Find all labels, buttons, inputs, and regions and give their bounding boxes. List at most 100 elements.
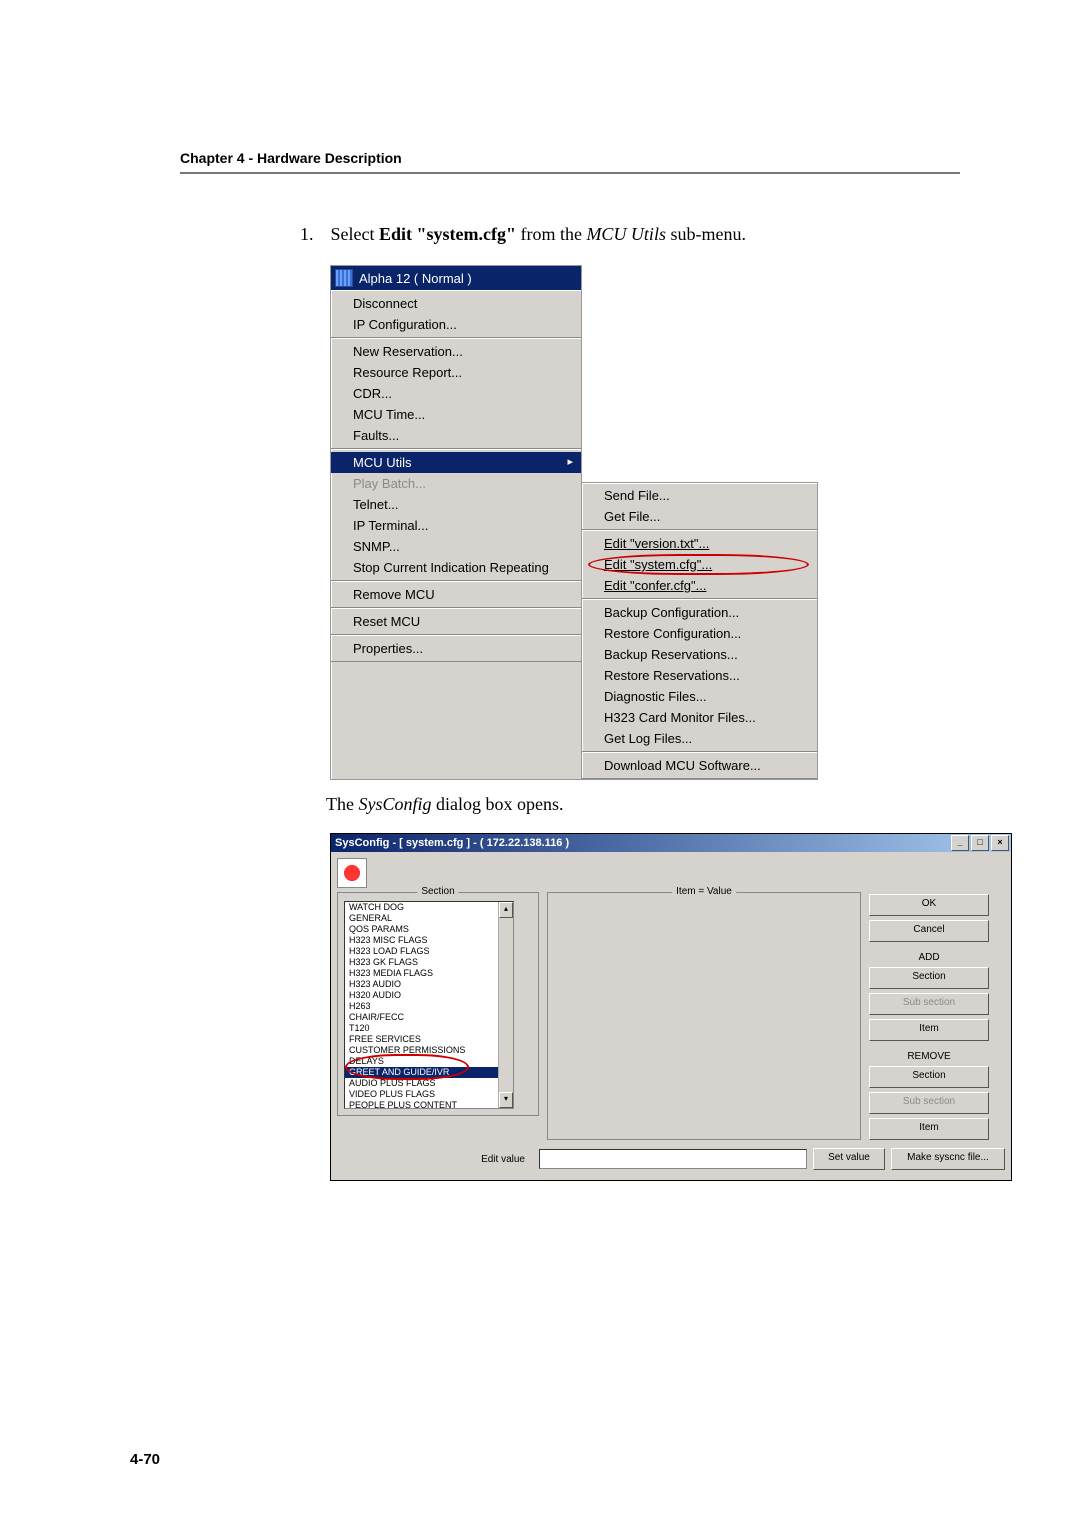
mi-edit-confer[interactable]: Edit "confer.cfg"... (582, 575, 817, 596)
step-text-italic: MCU Utils (586, 224, 666, 244)
remove-subsection-button: Sub section (869, 1092, 989, 1114)
list-item[interactable]: H323 MISC FLAGS (345, 935, 513, 946)
mcu-context-menu: Alpha 12 ( Normal ) Disconnect IP Config… (330, 265, 582, 780)
maximize-button[interactable]: □ (971, 835, 989, 851)
add-subsection-button: Sub section (869, 993, 989, 1015)
list-item[interactable]: WATCH DOG (345, 902, 513, 913)
mcu-utils-submenu: Send File... Get File... Edit "version.t… (581, 482, 818, 780)
mi-download-mcu-sw[interactable]: Download MCU Software... (582, 755, 817, 776)
add-section-button[interactable]: Section (869, 967, 989, 989)
sysconfig-opens-line: The SysConfig dialog box opens. (326, 794, 960, 815)
mi-faults[interactable]: Faults... (331, 425, 581, 446)
dialog-titlebar: SysConfig - [ system.cfg ] - ( 172.22.13… (331, 834, 1011, 852)
list-item[interactable]: T120 (345, 1023, 513, 1034)
dialog-button-column: OK Cancel ADD Section Sub section Item R… (869, 892, 989, 1140)
list-item[interactable]: CUSTOMER PERMISSIONS (345, 1045, 513, 1056)
mcu-title-text: Alpha 12 ( Normal ) (359, 271, 472, 286)
mi-backup-res[interactable]: Backup Reservations... (582, 644, 817, 665)
figure-context-menu: Alpha 12 ( Normal ) Disconnect IP Config… (330, 265, 960, 780)
close-button[interactable]: × (991, 835, 1009, 851)
mi-stop-indication[interactable]: Stop Current Indication Repeating (331, 557, 581, 578)
mi-edit-version[interactable]: Edit "version.txt"... (582, 533, 817, 554)
mi-play-batch: Play Batch... (331, 473, 581, 494)
remove-item-button[interactable]: Item (869, 1118, 989, 1140)
list-item[interactable]: H263 (345, 1001, 513, 1012)
list-item[interactable]: FREE SERVICES (345, 1034, 513, 1045)
c2-post: dialog box opens. (432, 794, 564, 814)
mi-cdr[interactable]: CDR... (331, 383, 581, 404)
step-text-bold: Edit "system.cfg" (379, 224, 516, 244)
step-text-suf: sub-menu. (666, 224, 746, 244)
page-number: 4-70 (130, 1451, 160, 1468)
list-item[interactable]: PEOPLE PLUS CONTENT (345, 1100, 513, 1109)
mi-reset-mcu[interactable]: Reset MCU (331, 611, 581, 632)
mi-h323-monitor[interactable]: H323 Card Monitor Files... (582, 707, 817, 728)
step-text-mid: from the (516, 224, 586, 244)
mi-telnet[interactable]: Telnet... (331, 494, 581, 515)
mi-remove-mcu[interactable]: Remove MCU (331, 584, 581, 605)
scroll-down-icon[interactable]: ▾ (499, 1092, 513, 1108)
chapter-header: Chapter 4 - Hardware Description (180, 150, 960, 174)
section-legend: Section (417, 886, 458, 897)
minimize-button[interactable]: _ (951, 835, 969, 851)
step-1: 1. Select Edit "system.cfg" from the MCU… (300, 224, 960, 245)
mi-edit-confer-text: Edit "confer.cfg"... (604, 578, 706, 593)
mi-send-file[interactable]: Send File... (582, 485, 817, 506)
list-item[interactable]: CHAIR/FECC (345, 1012, 513, 1023)
dialog-title: SysConfig - [ system.cfg ] - ( 172.22.13… (335, 837, 569, 849)
ok-button[interactable]: OK (869, 894, 989, 916)
item-value-legend: Item = Value (672, 886, 736, 897)
list-item[interactable]: DELAYS (345, 1056, 513, 1067)
mi-get-file[interactable]: Get File... (582, 506, 817, 527)
list-item[interactable]: H323 AUDIO (345, 979, 513, 990)
step-number: 1. (300, 224, 326, 245)
list-item[interactable]: H323 GK FLAGS (345, 957, 513, 968)
add-item-button[interactable]: Item (869, 1019, 989, 1041)
mi-resource-report[interactable]: Resource Report... (331, 362, 581, 383)
mi-ip-terminal[interactable]: IP Terminal... (331, 515, 581, 536)
mi-mcu-utils[interactable]: MCU Utils (331, 452, 581, 473)
mi-edit-version-text: Edit "version.txt"... (604, 536, 709, 551)
list-item[interactable]: VIDEO PLUS FLAGS (345, 1089, 513, 1100)
mi-disconnect[interactable]: Disconnect (331, 293, 581, 314)
remove-label: REMOVE (869, 1051, 989, 1062)
mi-snmp[interactable]: SNMP... (331, 536, 581, 557)
list-item[interactable]: H320 AUDIO (345, 990, 513, 1001)
item-value-fieldset: Item = Value (547, 892, 861, 1140)
c2-it: SysConfig (358, 794, 431, 814)
list-item[interactable]: AUDIO PLUS FLAGS (345, 1078, 513, 1089)
mi-get-log[interactable]: Get Log Files... (582, 728, 817, 749)
mi-edit-system-text: Edit "system.cfg"... (604, 557, 712, 572)
set-value-button[interactable]: Set value (813, 1148, 885, 1170)
mi-restore-config[interactable]: Restore Configuration... (582, 623, 817, 644)
mi-edit-system-cfg[interactable]: Edit "system.cfg"... (582, 554, 817, 575)
sysconfig-dialog: SysConfig - [ system.cfg ] - ( 172.22.13… (330, 833, 1012, 1181)
remove-section-button[interactable]: Section (869, 1066, 989, 1088)
mi-ip-configuration[interactable]: IP Configuration... (331, 314, 581, 335)
listbox-scrollbar[interactable]: ▴ ▾ (498, 902, 513, 1108)
mi-mcu-time[interactable]: MCU Time... (331, 404, 581, 425)
mi-properties[interactable]: Properties... (331, 638, 581, 659)
list-item[interactable]: H323 MEDIA FLAGS (345, 968, 513, 979)
mcu-icon (335, 269, 353, 287)
step-text-pre: Select (331, 224, 379, 244)
add-label: ADD (869, 952, 989, 963)
mi-diag-files[interactable]: Diagnostic Files... (582, 686, 817, 707)
mi-backup-config[interactable]: Backup Configuration... (582, 602, 817, 623)
edit-value-label: Edit value (337, 1154, 533, 1165)
section-listbox[interactable]: WATCH DOG GENERAL QOS PARAMS H323 MISC F… (344, 901, 514, 1109)
edit-value-input[interactable] (539, 1149, 807, 1169)
list-item[interactable]: GENERAL (345, 913, 513, 924)
list-item[interactable]: H323 LOAD FLAGS (345, 946, 513, 957)
list-item-selected[interactable]: GREET AND GUIDE/IVR (345, 1067, 513, 1078)
mi-new-reservation[interactable]: New Reservation... (331, 341, 581, 362)
cancel-button[interactable]: Cancel (869, 920, 989, 942)
mcu-menu-title: Alpha 12 ( Normal ) (331, 266, 581, 290)
make-syscnc-button[interactable]: Make syscnc file... (891, 1148, 1005, 1170)
sysconfig-icon (337, 858, 367, 888)
scroll-up-icon[interactable]: ▴ (499, 902, 513, 918)
list-item[interactable]: QOS PARAMS (345, 924, 513, 935)
section-fieldset: Section WATCH DOG GENERAL QOS PARAMS H32… (337, 892, 539, 1116)
c2-pre: The (326, 794, 358, 814)
mi-restore-res[interactable]: Restore Reservations... (582, 665, 817, 686)
